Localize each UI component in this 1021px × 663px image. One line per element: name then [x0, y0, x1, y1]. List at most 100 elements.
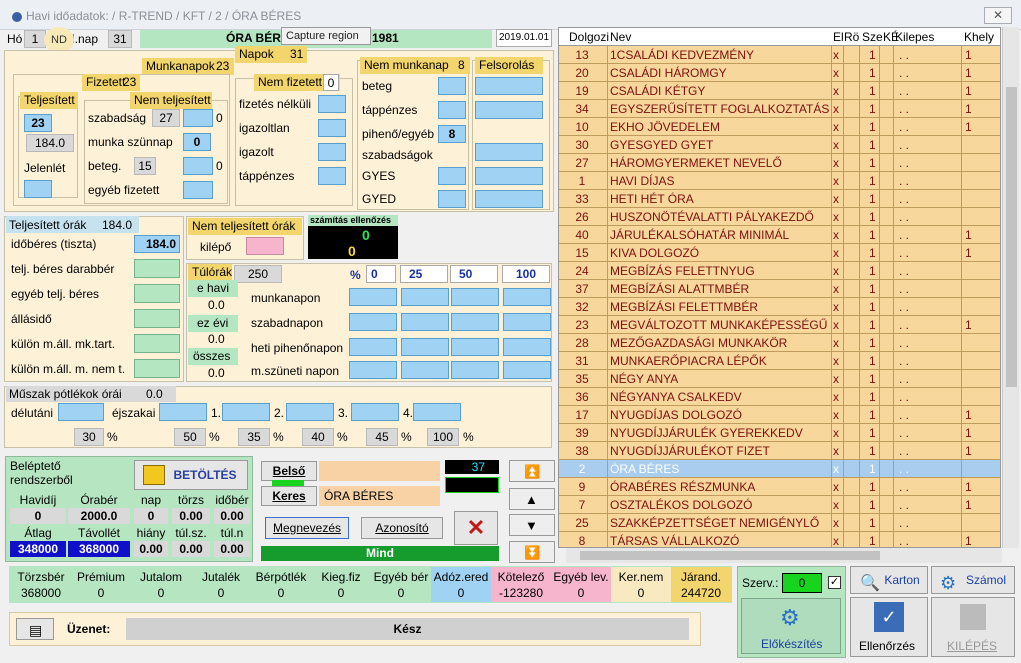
igazoltlan-field[interactable] — [318, 119, 346, 137]
table-row[interactable]: 1 HAVI DÍJAS x 1 . . — [559, 172, 1000, 190]
print-button[interactable]: ▤ — [16, 618, 54, 640]
table-row[interactable]: 30 GYESGYED GYET x 1 . . — [559, 136, 1000, 154]
table-row[interactable]: 25 SZAKKÉPZETTSÉGET NEMIGÉNYLŐ x 1 . . — [559, 514, 1000, 532]
table-row[interactable]: 34 EGYSZERŰSÍTETT FOGLALKOZTATÁS x 1 . . 1 — [559, 100, 1000, 118]
felsorolas-field-2[interactable] — [475, 101, 543, 119]
col-ro[interactable]: Rö — [844, 30, 859, 44]
allasido-field[interactable] — [134, 309, 180, 328]
tulora-field-0-2[interactable] — [451, 288, 499, 306]
szerv-field[interactable]: 0 — [782, 573, 822, 593]
col-sze[interactable]: Sze — [862, 30, 883, 44]
n3-field[interactable] — [351, 403, 399, 421]
tulora-field-1-3[interactable] — [503, 313, 551, 331]
felsorolas-field-5[interactable] — [475, 190, 543, 208]
tulora-field-3-1[interactable] — [401, 361, 449, 379]
table-row[interactable]: 26 HUSZONÖTÉVALATTI PÁLYAKEZDŐ x 1 . . — [559, 208, 1000, 226]
tulora-field-0-3[interactable] — [503, 288, 551, 306]
first-record-button[interactable]: ⏫ — [509, 460, 555, 482]
idoberes-field[interactable]: 184.0 — [134, 235, 180, 253]
pct-50[interactable]: 50 — [174, 428, 206, 446]
szabadsag-field[interactable] — [183, 109, 213, 127]
teljesitett-days[interactable]: 23 — [24, 114, 52, 132]
table-row[interactable]: 40 JÁRULÉKALSÓHATÁR MINIMÁL x 1 . . 1 — [559, 226, 1000, 244]
table-row[interactable]: 8 TÁRSAS VÁLLALKOZÓ x 1 . . 1 — [559, 532, 1000, 547]
col-khely[interactable]: Khely — [964, 30, 994, 44]
nm-gyes-field[interactable] — [438, 167, 466, 185]
kilepes-button[interactable]: KILÉPÉS — [931, 597, 1015, 657]
col-nev[interactable]: Nev — [610, 30, 631, 44]
ho-field[interactable]: 1 — [24, 30, 46, 48]
tulora-field-2-2[interactable] — [451, 338, 499, 356]
mnap-field[interactable]: 31 — [108, 30, 132, 48]
mind-filter[interactable]: Mind — [261, 546, 499, 561]
grid-vscrollbar[interactable] — [1002, 27, 1019, 548]
pct-35[interactable]: 35 — [238, 428, 270, 446]
tulora-field-2-3[interactable] — [503, 338, 551, 356]
jelenlet-field[interactable] — [24, 180, 52, 198]
table-row[interactable]: 10 EKHO JÖVEDELEM x 1 . . 1 — [559, 118, 1000, 136]
table-row[interactable]: 38 NYUGDÍJJÁRULÉKOT FIZET x 1 . . 1 — [559, 442, 1000, 460]
megnevezes-button[interactable]: Megnevezés — [265, 517, 349, 539]
szamol-button[interactable]: ⚙ Számol — [931, 566, 1015, 594]
tulora-field-3-2[interactable] — [451, 361, 499, 379]
ellenorzes-button[interactable]: ✓ Ellenőrzés — [850, 597, 928, 657]
clear-search-button[interactable]: ✕ — [454, 511, 498, 545]
col-el[interactable]: El — [833, 30, 844, 44]
table-row[interactable]: 27 HÁROMGYERMEKET NEVELŐ x 1 . . — [559, 154, 1000, 172]
delutani-field[interactable] — [58, 403, 104, 421]
table-row[interactable]: 23 MEGVÁLTOZOTT MUNKAKÉPESSÉGŰ x 1 . . 1 — [559, 316, 1000, 334]
close-button[interactable]: ✕ — [984, 7, 1012, 24]
table-row[interactable]: 31 MUNKAERŐPIACRA LÉPŐK x 1 . . — [559, 352, 1000, 370]
tulora-field-1-2[interactable] — [451, 313, 499, 331]
table-row[interactable]: 13 1CSALÁDI KEDVEZMÉNY x 1 . . 1 — [559, 46, 1000, 64]
keres-field[interactable]: ÓRA BÉRES — [319, 486, 440, 506]
kulon-nem-field[interactable] — [134, 359, 180, 378]
table-row[interactable]: 37 MEGBÍZÁSI ALATTMBÉR x 1 . . — [559, 280, 1000, 298]
tulora-field-1-1[interactable] — [401, 313, 449, 331]
table-row[interactable]: 36 NÉGYANYA CSALKEDV x 1 . . — [559, 388, 1000, 406]
tulora-field-2-0[interactable] — [349, 338, 397, 356]
n2-field[interactable] — [286, 403, 334, 421]
kulon-mk-field[interactable] — [134, 334, 180, 353]
prev-record-button[interactable]: ▲ — [509, 488, 555, 510]
darabber-field[interactable] — [134, 259, 180, 278]
fizetes-nelkuli-field[interactable] — [318, 95, 346, 113]
n4-field[interactable] — [413, 403, 461, 421]
table-row[interactable]: 24 MEGBÍZÁS FELETTNYUG x 1 . . — [559, 262, 1000, 280]
col-dolgozi[interactable]: Dolgozi — [569, 30, 609, 44]
table-row[interactable]: 33 HETI HÉT ÓRA x 1 . . — [559, 190, 1000, 208]
grid-hscrollbar[interactable] — [566, 548, 1002, 563]
pct-100[interactable]: 100 — [427, 428, 459, 446]
egyeb-telj-field[interactable] — [134, 284, 180, 303]
beteg-field[interactable] — [183, 157, 213, 175]
last-record-button[interactable]: ⏬ — [509, 541, 555, 563]
pct-45[interactable]: 45 — [366, 428, 398, 446]
col-kilepes[interactable]: Kilepes — [895, 30, 934, 44]
munka-szunnap-field[interactable]: 0 — [183, 133, 211, 151]
nm-beteg-field[interactable] — [438, 77, 466, 95]
tulora-field-1-0[interactable] — [349, 313, 397, 331]
keres-button[interactable]: Keres — [261, 486, 317, 506]
tulora-field-3-3[interactable] — [503, 361, 551, 379]
ejszakai-field[interactable] — [159, 403, 207, 421]
table-row[interactable]: 7 OSZTALÉKOS DOLGOZÓ x 1 . . 1 — [559, 496, 1000, 514]
felsorolas-field-3[interactable] — [475, 143, 543, 161]
felsorolas-field-1[interactable] — [475, 77, 543, 95]
n1-field[interactable] — [222, 403, 270, 421]
nm-tappenzes-field[interactable] — [438, 101, 466, 119]
table-row[interactable]: 20 CSALÁDI HÁROMGY x 1 . . 1 — [559, 64, 1000, 82]
table-row[interactable]: 2 ÓRA BÉRES x 1 . . — [559, 460, 1000, 478]
felsorolas-field-4[interactable] — [475, 167, 543, 185]
table-row[interactable]: 9 ÓRABÉRES RÉSZMUNKA x 1 . . 1 — [559, 478, 1000, 496]
belso-button[interactable]: Belső — [261, 461, 317, 481]
table-row[interactable]: 28 MEZŐGAZDASÁGI MUNKAKÖR x 1 . . — [559, 334, 1000, 352]
hscroll-thumb[interactable] — [580, 551, 880, 560]
nm-gyed-field[interactable] — [438, 190, 466, 208]
table-row[interactable]: 32 MEGBÍZÁSI FELETTMBÉR x 1 . . — [559, 298, 1000, 316]
tulora-field-0-1[interactable] — [401, 288, 449, 306]
tulora-field-0-0[interactable] — [349, 288, 397, 306]
nm-piheno-field[interactable]: 8 — [438, 125, 466, 143]
tulora-field-3-0[interactable] — [349, 361, 397, 379]
karton-button[interactable]: 🔍 Karton — [850, 566, 928, 594]
table-row[interactable]: 39 NYUGDÍJJÁRULÉK GYEREKKEDV x 1 . . 1 — [559, 424, 1000, 442]
